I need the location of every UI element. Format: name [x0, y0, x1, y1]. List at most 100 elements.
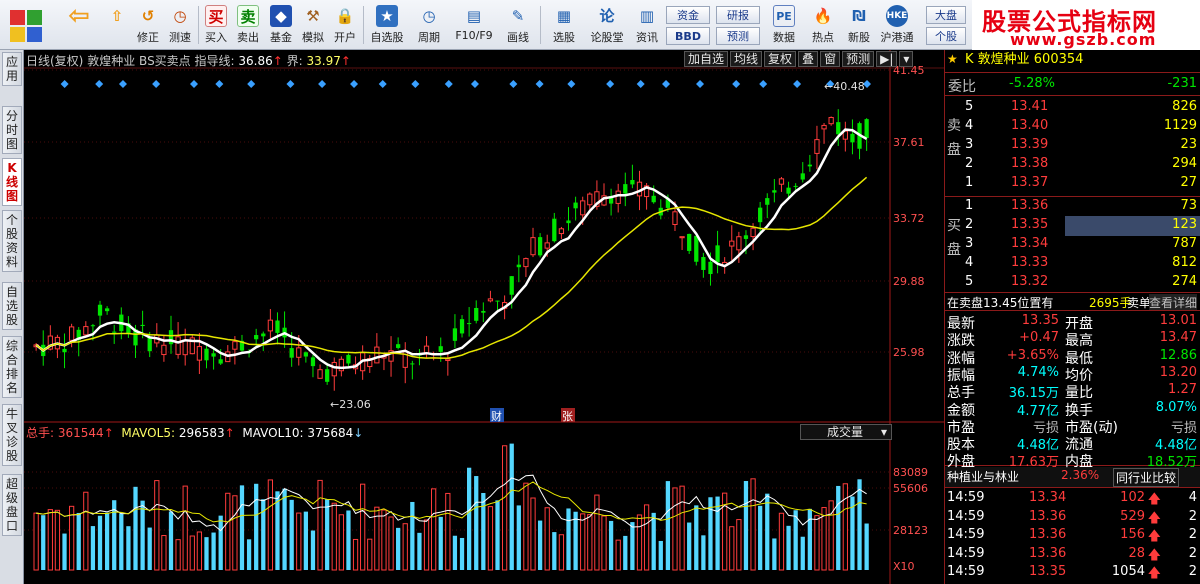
adjust-button[interactable]: 复权 — [764, 51, 797, 67]
capital-dropdown[interactable]: 资金 — [666, 6, 710, 24]
stock-picker-button[interactable]: ▦ 选股 — [546, 3, 582, 47]
side-tab-super-order[interactable]: 超级盘口 — [2, 474, 22, 536]
volume-bar — [97, 515, 103, 570]
side-tab-profile[interactable]: 个股资料 — [2, 210, 22, 272]
draw-line-button[interactable]: ✎ 画线 — [500, 3, 536, 47]
industry-compare-button[interactable]: 同行业比较 — [1113, 468, 1180, 487]
price-axis-label: 29.88 — [893, 275, 925, 288]
volume-bar — [857, 479, 862, 570]
volume-bar — [325, 499, 330, 570]
buy-level-2[interactable]: 2 13.35 123 — [945, 216, 1200, 236]
volume-bar — [608, 520, 614, 570]
star-icon[interactable]: ★ — [947, 52, 958, 66]
expand-icon[interactable]: ▶| — [876, 51, 898, 67]
mavol5-up-arrow-icon: ↑ — [224, 426, 235, 440]
sell-level-2[interactable]: 2 13.38 294 — [945, 155, 1200, 175]
price-header: 日线(复权) 敦煌种业 BS买卖点 指导线: 36.86↑ 界: 33.97↑ — [26, 52, 351, 69]
volume-bar — [495, 500, 500, 570]
hk-connect-button[interactable]: HKE 沪港通 — [876, 3, 918, 47]
forecast-button[interactable]: 预测 — [716, 27, 760, 45]
window-button[interactable]: 窗 — [820, 51, 841, 67]
sell-level-3[interactable]: 3 13.39 23 — [945, 136, 1200, 156]
f10-button[interactable]: ▤ F10/F9 — [452, 3, 496, 47]
buy-button[interactable]: 买买入 — [202, 3, 230, 47]
volume-bar — [552, 532, 557, 570]
candle-body — [778, 178, 785, 185]
volume-bar — [33, 512, 39, 571]
volume-bar — [133, 486, 138, 570]
volume-bar — [303, 511, 308, 570]
view-detail-link[interactable]: 查看详细 — [1149, 294, 1198, 311]
volume-bar — [396, 527, 401, 570]
bound-up-arrow-icon: ↑ — [340, 54, 351, 68]
side-tab-apps[interactable]: 应用 — [2, 52, 22, 86]
volume-bar — [672, 487, 678, 571]
buy-level-5[interactable]: 5 13.32 274 — [945, 273, 1200, 293]
buy-level-3[interactable]: 3 13.34 787 — [945, 235, 1200, 255]
ma-button[interactable]: 均线 — [730, 51, 763, 67]
candle-body — [566, 220, 571, 224]
open-account-button[interactable]: 🔒 开户 — [330, 3, 360, 47]
price-axis-label: 33.72 — [893, 212, 925, 225]
side-tab-watchlist[interactable]: 自选股 — [2, 282, 22, 330]
bbd-button[interactable]: BBD — [666, 27, 710, 45]
back-button[interactable]: ⇦ — [62, 3, 96, 47]
sell-level-5[interactable]: 5 13.41 826 — [945, 98, 1200, 118]
sell-level-4[interactable]: 4 13.40 1129 — [945, 117, 1200, 137]
side-tab-ranking[interactable]: 综合排名 — [2, 336, 22, 398]
hotspot-button[interactable]: 🔥 热点 — [806, 3, 840, 47]
candle-body — [175, 336, 181, 355]
volume-bar — [47, 509, 53, 571]
stock-name: 敦煌种业 — [87, 54, 136, 68]
volume-bar — [140, 500, 145, 570]
kline-chart-area[interactable]: 41.45 37.61 33.72 29.88 25.98 83089 55606 28123… — [24, 50, 944, 584]
ipo-button[interactable]: ₪ 新股 — [842, 3, 876, 47]
fund-button[interactable]: ◆ 基金 — [266, 3, 296, 47]
candle-body — [715, 245, 720, 263]
single-stock-button[interactable]: 个股 — [926, 27, 966, 45]
candle-body — [701, 257, 706, 270]
volume-bar — [161, 535, 167, 571]
simulate-button[interactable]: ⚒ 模拟 — [298, 3, 328, 47]
news-button[interactable]: ▥ 资讯 — [632, 3, 662, 47]
side-tab-diagnosis[interactable]: 牛叉诊股 — [2, 404, 22, 466]
mavol5-label: MAVOL5: — [121, 426, 175, 440]
kline-chart-svg[interactable]: 41.4537.6133.7229.8825.98830895560628123… — [24, 50, 944, 584]
volume-bar — [90, 526, 96, 570]
chart-toolbar: 加自选 均线 复权叠窗预测 ▶| ▾ — [684, 51, 915, 67]
side-tab-intraday[interactable]: 分时图 — [2, 106, 22, 154]
predict-button[interactable]: 预测 — [842, 51, 875, 67]
volume-bar — [267, 479, 274, 571]
forum-button[interactable]: 论论股堂 — [586, 3, 628, 47]
market-dropdown[interactable]: 大盘 — [926, 6, 966, 24]
candle-body — [651, 195, 656, 203]
volume-bar — [431, 488, 437, 571]
volume-indicator-select[interactable]: 成交量 ▾ — [800, 424, 892, 440]
volume-bar — [239, 485, 245, 570]
sell-level-1[interactable]: 1 13.37 27 — [945, 174, 1200, 194]
correct-button[interactable]: ↺ 修正 — [134, 3, 162, 47]
dropdown-icon[interactable]: ▾ — [899, 51, 914, 67]
volume-bar — [204, 537, 209, 570]
candle-body — [523, 258, 529, 268]
volume-bar — [62, 533, 67, 570]
research-report-button[interactable]: 研报 — [716, 6, 760, 24]
buy-level-1[interactable]: 1 13.36 73 — [945, 197, 1200, 217]
volume-bar — [643, 504, 650, 571]
volume-bar — [778, 512, 785, 571]
arrow-up-down-icon[interactable]: ⇧ — [104, 3, 130, 47]
period-button[interactable]: ◷ 周期 — [412, 3, 446, 47]
data-button[interactable]: PE 数据 — [766, 3, 802, 47]
volume-bar — [530, 497, 536, 571]
watchlist-button[interactable]: ★ 自选股 — [366, 3, 408, 47]
candle-body — [487, 298, 494, 302]
speed-test-button[interactable]: ◷ 测速 — [166, 3, 194, 47]
buy-level-4[interactable]: 4 13.33 812 — [945, 254, 1200, 274]
app-logo-icon[interactable] — [8, 8, 44, 44]
overlay-button[interactable]: 叠 — [798, 51, 819, 67]
sell-button[interactable]: 卖卖出 — [234, 3, 262, 47]
side-tab-kline[interactable]: K线图 — [2, 158, 22, 206]
candle-body — [743, 235, 749, 239]
add-watchlist-button[interactable]: 加自选 — [684, 51, 729, 67]
candle-body — [147, 337, 152, 352]
